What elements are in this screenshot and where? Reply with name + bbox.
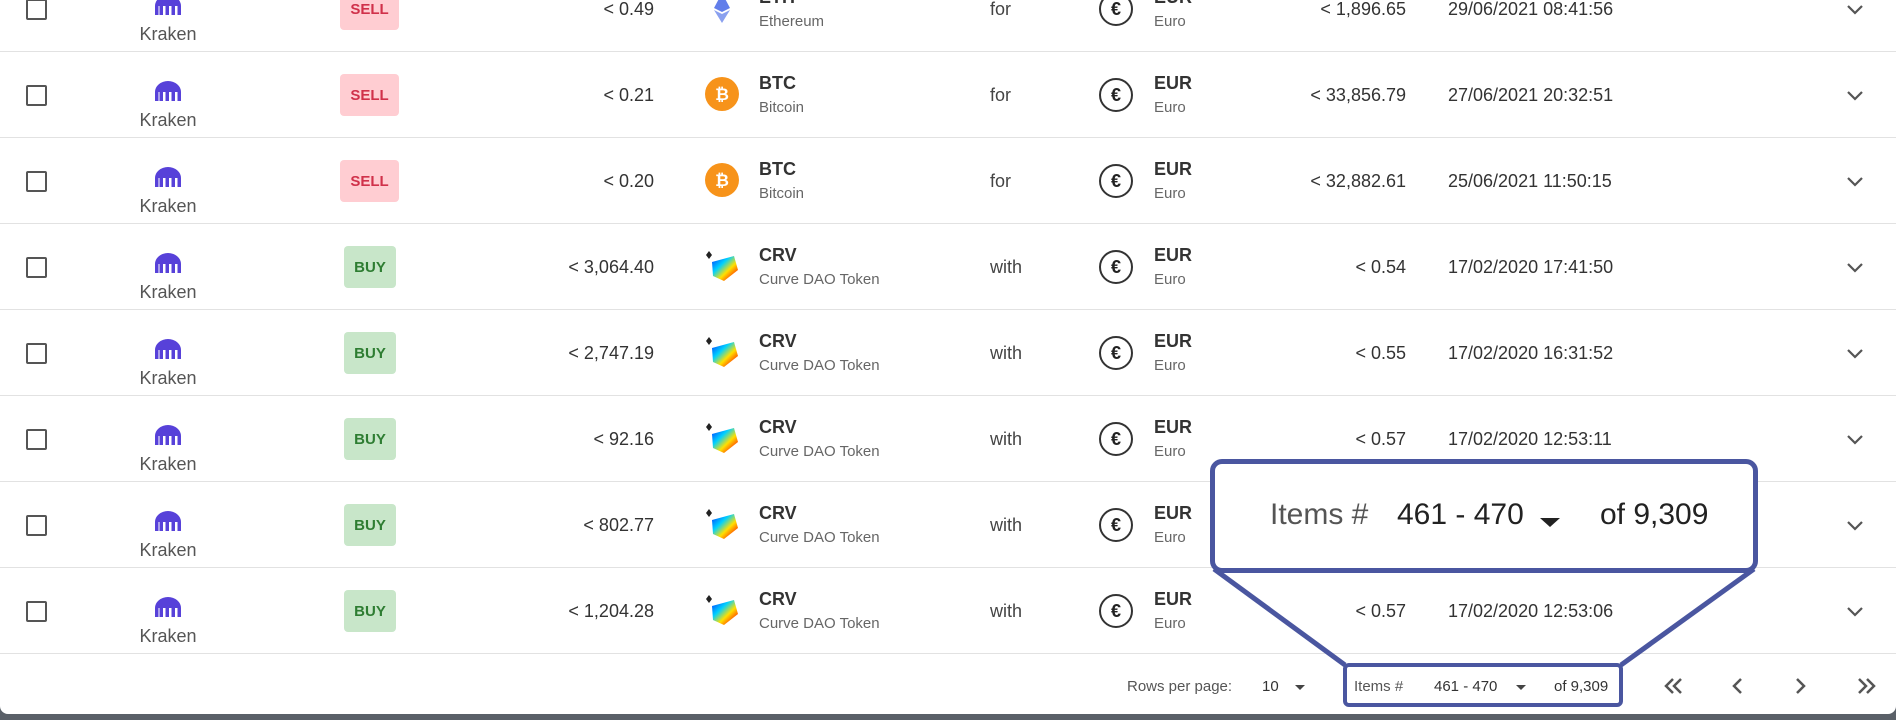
pagination-zoom-callout: Items # 461 - 470 of 9,309 [1210,459,1758,573]
zoom-items-range: 461 - 470 [1397,498,1524,531]
callout-connector [1212,566,1756,668]
zoom-items-total: of 9,309 [1600,498,1709,531]
zoom-items-label: Items # [1270,498,1369,531]
zoom-dropdown-icon [1540,518,1560,527]
